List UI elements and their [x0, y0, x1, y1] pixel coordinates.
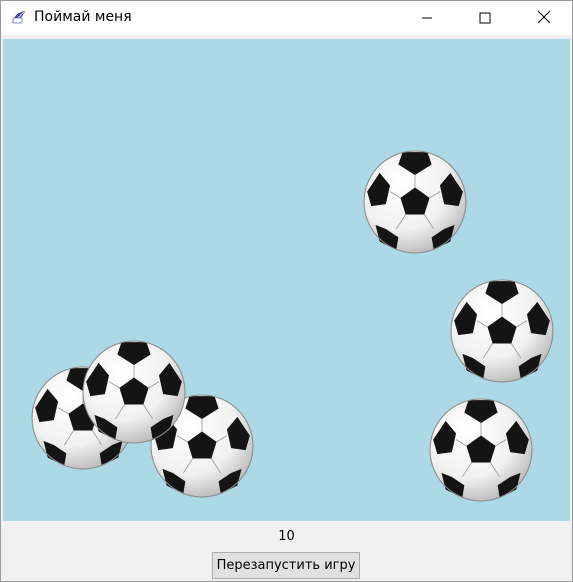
soccer-ball-icon[interactable] [450, 279, 554, 383]
soccer-ball-icon[interactable] [82, 340, 186, 444]
maximize-button[interactable] [456, 1, 514, 35]
close-button[interactable] [515, 1, 573, 35]
minimize-icon [421, 9, 433, 28]
maximize-icon [479, 9, 491, 28]
app-feather-icon [10, 9, 27, 26]
title-bar[interactable]: Поймай меня [1, 1, 572, 35]
soccer-ball-icon[interactable] [429, 398, 533, 502]
soccer-ball-icon[interactable] [363, 150, 467, 254]
score-label: 10 [278, 529, 295, 544]
game-canvas[interactable] [3, 39, 570, 521]
window-title: Поймай меня [34, 9, 132, 25]
minimize-button[interactable] [398, 1, 456, 35]
game-window: Поймай меня 10 Перезапустить игру [0, 0, 573, 582]
close-icon [537, 9, 551, 28]
restart-game-button[interactable]: Перезапустить игру [212, 552, 360, 579]
